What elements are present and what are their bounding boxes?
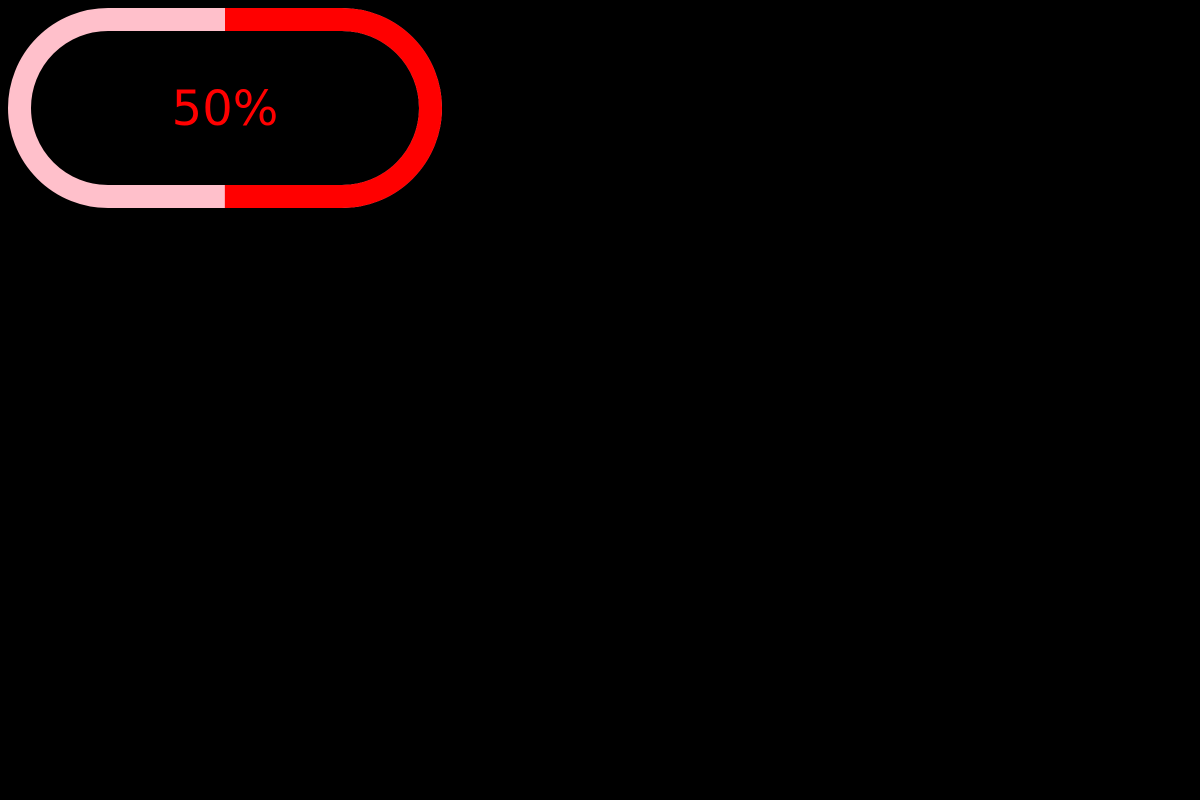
canvas: 50% xyxy=(0,0,1200,800)
progress-ring: 50% xyxy=(8,7,442,208)
progress-label: 50% xyxy=(172,81,279,137)
progress-indicator: 50% xyxy=(0,0,450,216)
